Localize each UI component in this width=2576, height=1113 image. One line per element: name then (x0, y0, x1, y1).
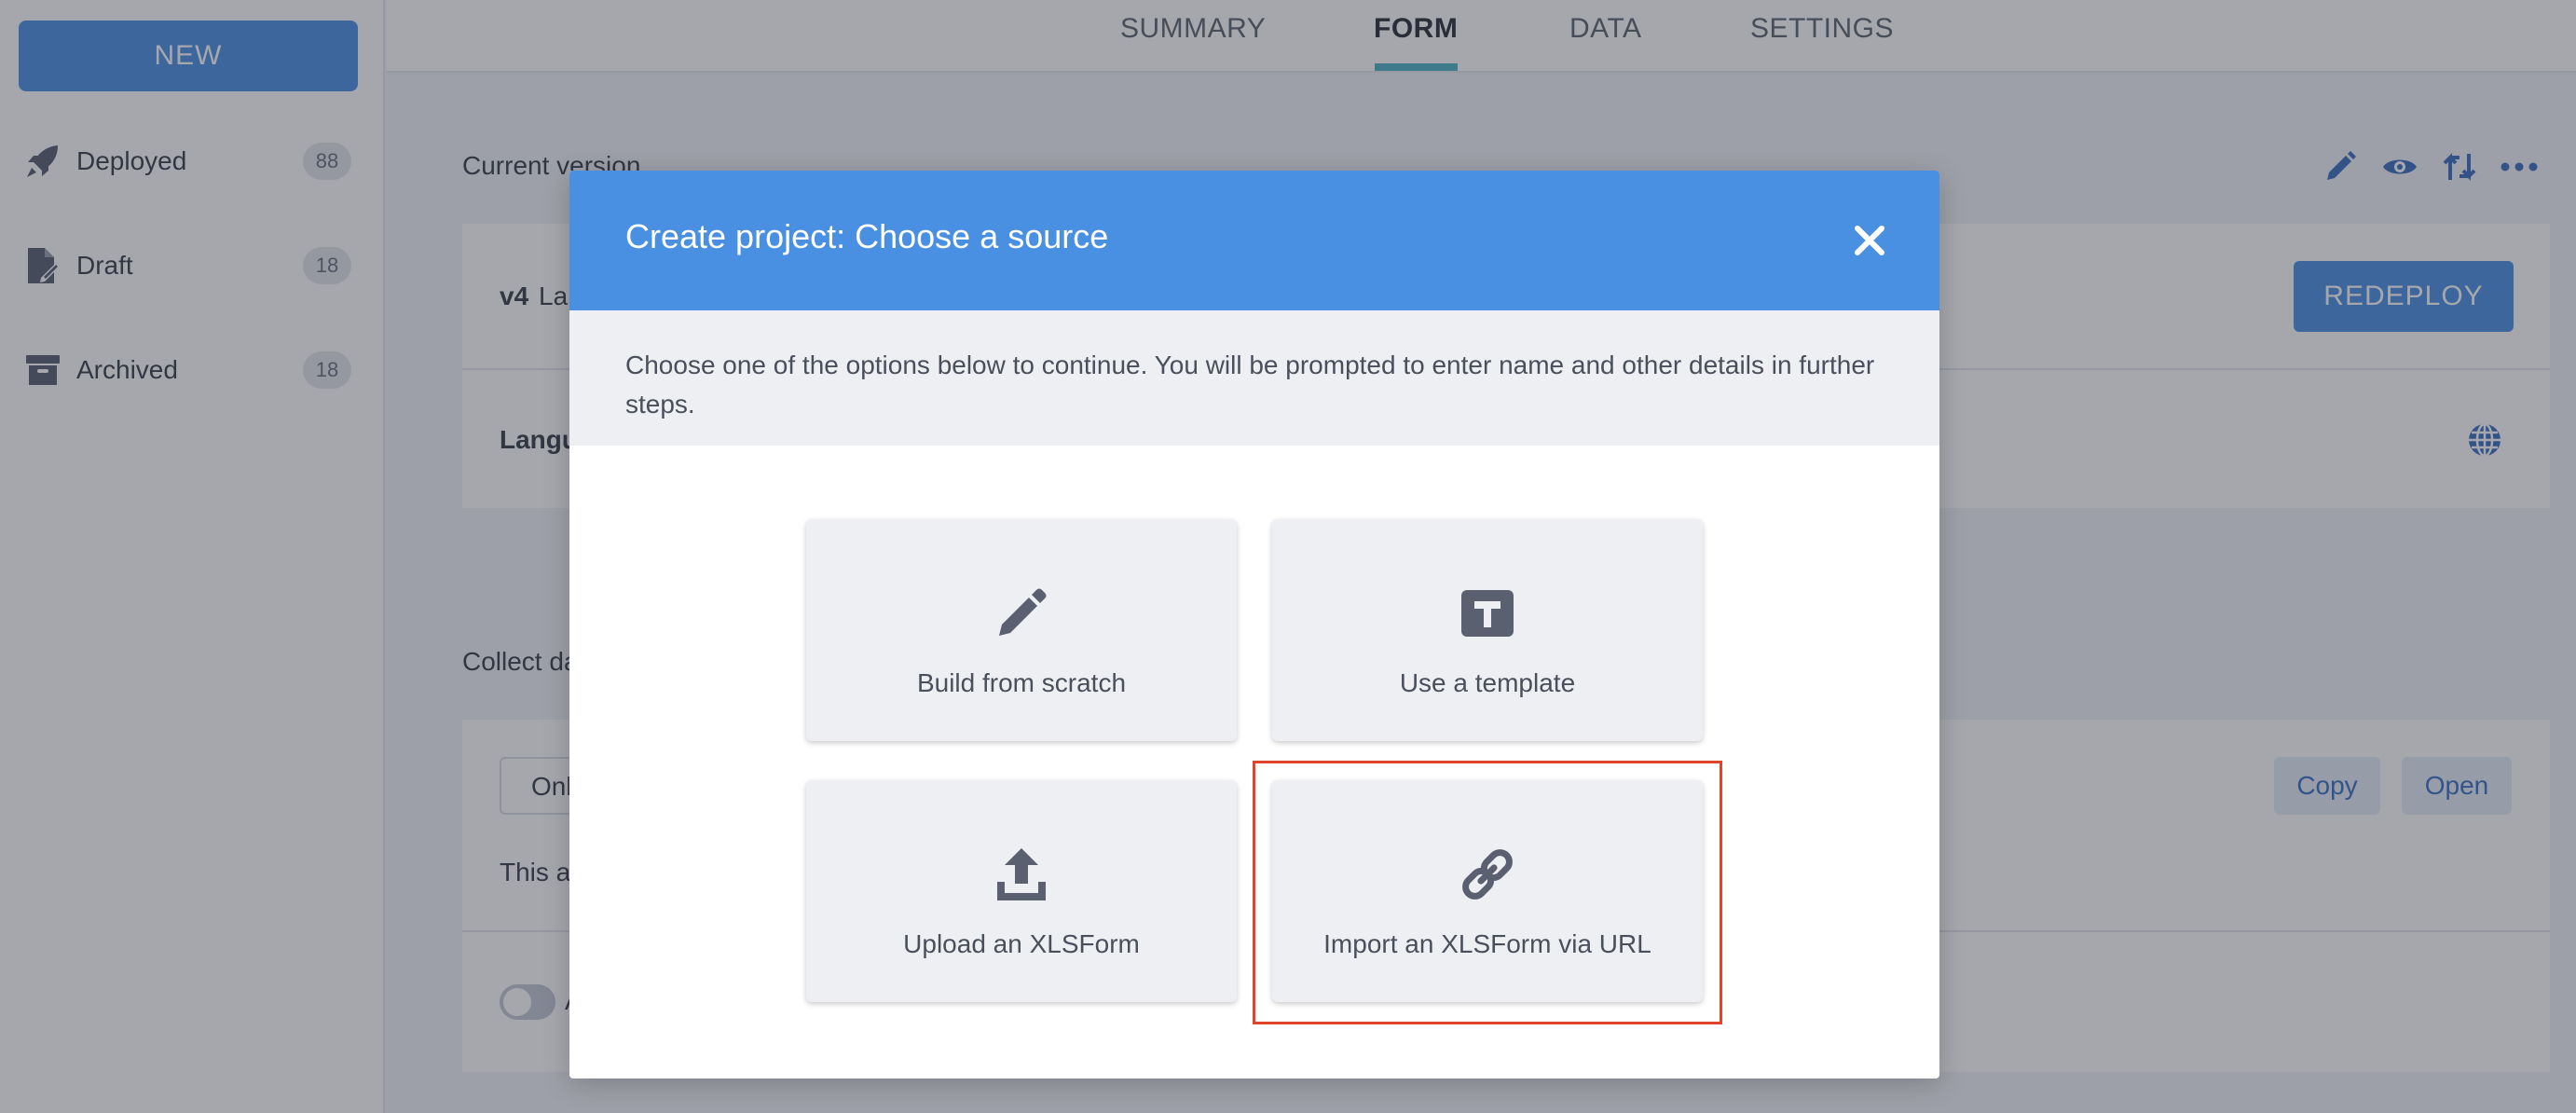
modal-intro: Choose one of the options below to conti… (569, 310, 1939, 446)
option-label: Use a template (1399, 668, 1576, 697)
close-icon (1853, 224, 1886, 262)
option-label: Upload an XLSForm (903, 929, 1140, 958)
template-icon (1455, 581, 1520, 646)
close-button[interactable] (1846, 219, 1893, 266)
selection-highlight (1253, 761, 1722, 1024)
modal-header: Create project: Choose a source (569, 171, 1939, 310)
pencil-icon (989, 581, 1054, 646)
modal-title: Create project: Choose a source (625, 217, 1109, 255)
upload-icon (989, 842, 1054, 907)
use-template-option[interactable]: Use a template (1272, 519, 1703, 741)
option-label: Build from scratch (916, 668, 1127, 697)
upload-xlsform-option[interactable]: Upload an XLSForm (806, 780, 1237, 1002)
build-from-scratch-option[interactable]: Build from scratch (806, 519, 1237, 741)
intro-text: Choose one of the options below to conti… (625, 350, 1875, 419)
